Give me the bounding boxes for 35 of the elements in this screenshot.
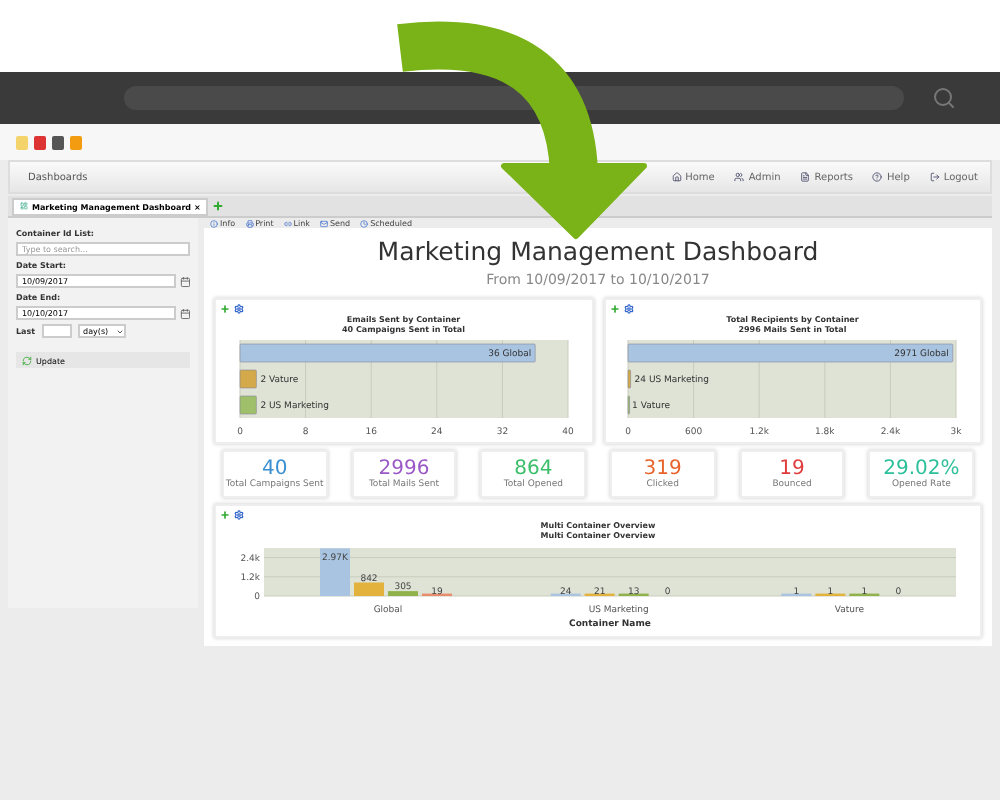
info-icon [210, 219, 218, 227]
admin-icon [734, 172, 745, 182]
settings-icon[interactable] [623, 304, 633, 314]
settings-icon[interactable] [234, 304, 244, 314]
dashboard-icon [20, 202, 28, 210]
search-icon[interactable] [932, 86, 956, 110]
bar [320, 548, 350, 596]
logout-icon [929, 172, 940, 182]
add-tab-icon[interactable] [212, 200, 225, 212]
bar [239, 395, 257, 415]
settings-icon[interactable] [234, 510, 244, 520]
stat-value: 19 [779, 458, 805, 480]
send-icon [319, 219, 328, 227]
dashboard-title: Marketing Management Dashboard [375, 236, 821, 266]
stat-value: 29.02% [883, 458, 960, 480]
bar [388, 591, 418, 596]
help-icon [872, 172, 883, 182]
stat-value: 319 [643, 458, 682, 480]
add-icon[interactable] [609, 304, 619, 314]
stat-value: 2996 [378, 458, 430, 480]
add-icon[interactable] [220, 304, 230, 314]
add-icon[interactable] [220, 510, 230, 520]
stat-value: 40 [261, 458, 288, 480]
calendar-icon[interactable] [179, 307, 190, 319]
address-bar[interactable] [124, 86, 904, 110]
stat-value: 864 [514, 458, 553, 480]
print-icon [245, 219, 254, 227]
bar [239, 369, 257, 389]
refresh-icon [22, 355, 32, 365]
number-field[interactable] [41, 324, 72, 338]
home-icon [671, 172, 682, 182]
calendar-icon[interactable] [179, 275, 190, 287]
reports-icon [800, 172, 811, 182]
link-icon [283, 219, 292, 227]
scheduled-icon [360, 219, 369, 227]
